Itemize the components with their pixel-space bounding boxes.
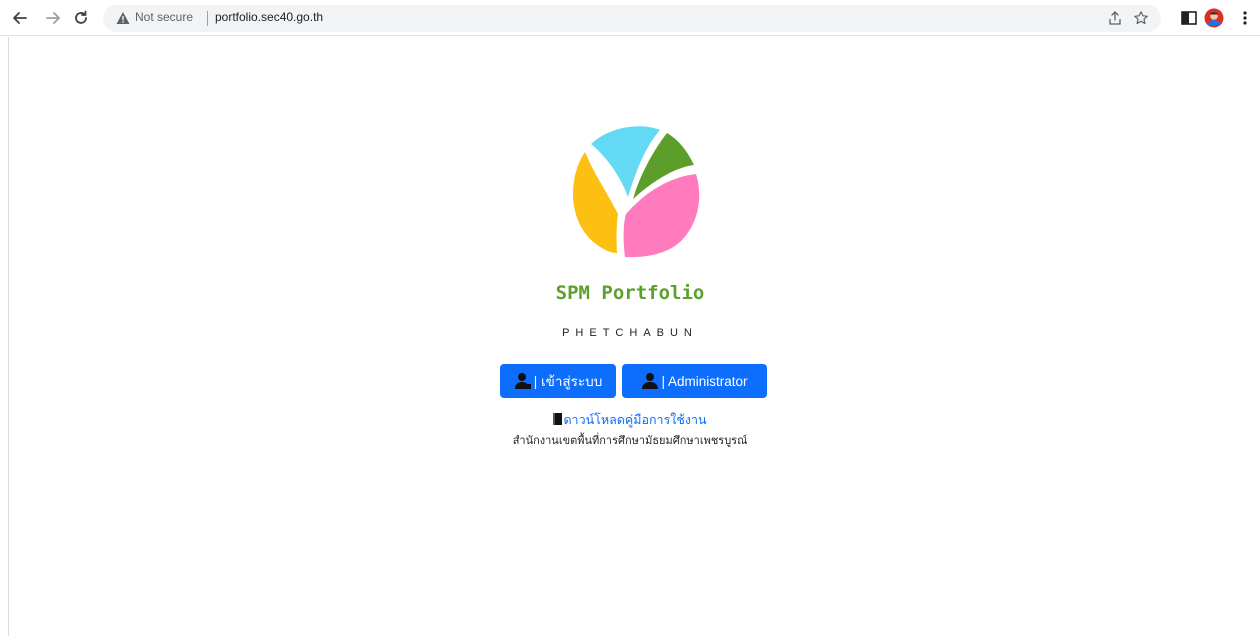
address-bar[interactable]: Not secure portfolio.sec40.go.th (103, 5, 1161, 32)
warning-icon[interactable] (116, 11, 130, 25)
browser-toolbar: Not secure portfolio.sec40.go.th (0, 0, 1260, 36)
spm-logo-icon (573, 126, 700, 258)
book-icon (553, 413, 563, 425)
side-panel-icon[interactable] (1180, 9, 1198, 27)
back-arrow-icon[interactable] (9, 7, 31, 29)
admin-button-label: | Administrator (661, 373, 748, 389)
login-button[interactable]: | เข้าสู่ระบบ (500, 364, 616, 398)
share-icon[interactable] (1107, 10, 1123, 26)
reload-icon[interactable] (70, 7, 92, 29)
site-title: SPM Portfolio (555, 282, 705, 304)
more-menu-icon[interactable] (1236, 9, 1254, 27)
url-text[interactable]: portfolio.sec40.go.th (215, 10, 323, 24)
user-icon (642, 373, 659, 389)
user-icon (514, 373, 531, 389)
profile-avatar-icon[interactable] (1204, 8, 1224, 28)
download-manual-link[interactable]: ดาวน์โหลดคู่มือการใช้งาน (563, 412, 706, 427)
admin-button[interactable]: | Administrator (622, 364, 767, 398)
site-subtitle: PHETCHABUN (562, 327, 698, 339)
security-label[interactable]: Not secure (135, 10, 193, 24)
download-manual[interactable]: ดาวน์โหลดคู่มือการใช้งาน (0, 410, 1260, 430)
office-name: สำนักงานเขตพื้นที่การศึกษามัธยมศึกษาเพชร… (512, 434, 748, 447)
star-icon[interactable] (1133, 10, 1149, 26)
login-button-label: | เข้าสู่ระบบ (533, 374, 603, 389)
forward-arrow-icon[interactable] (42, 7, 64, 29)
address-separator (207, 11, 208, 26)
